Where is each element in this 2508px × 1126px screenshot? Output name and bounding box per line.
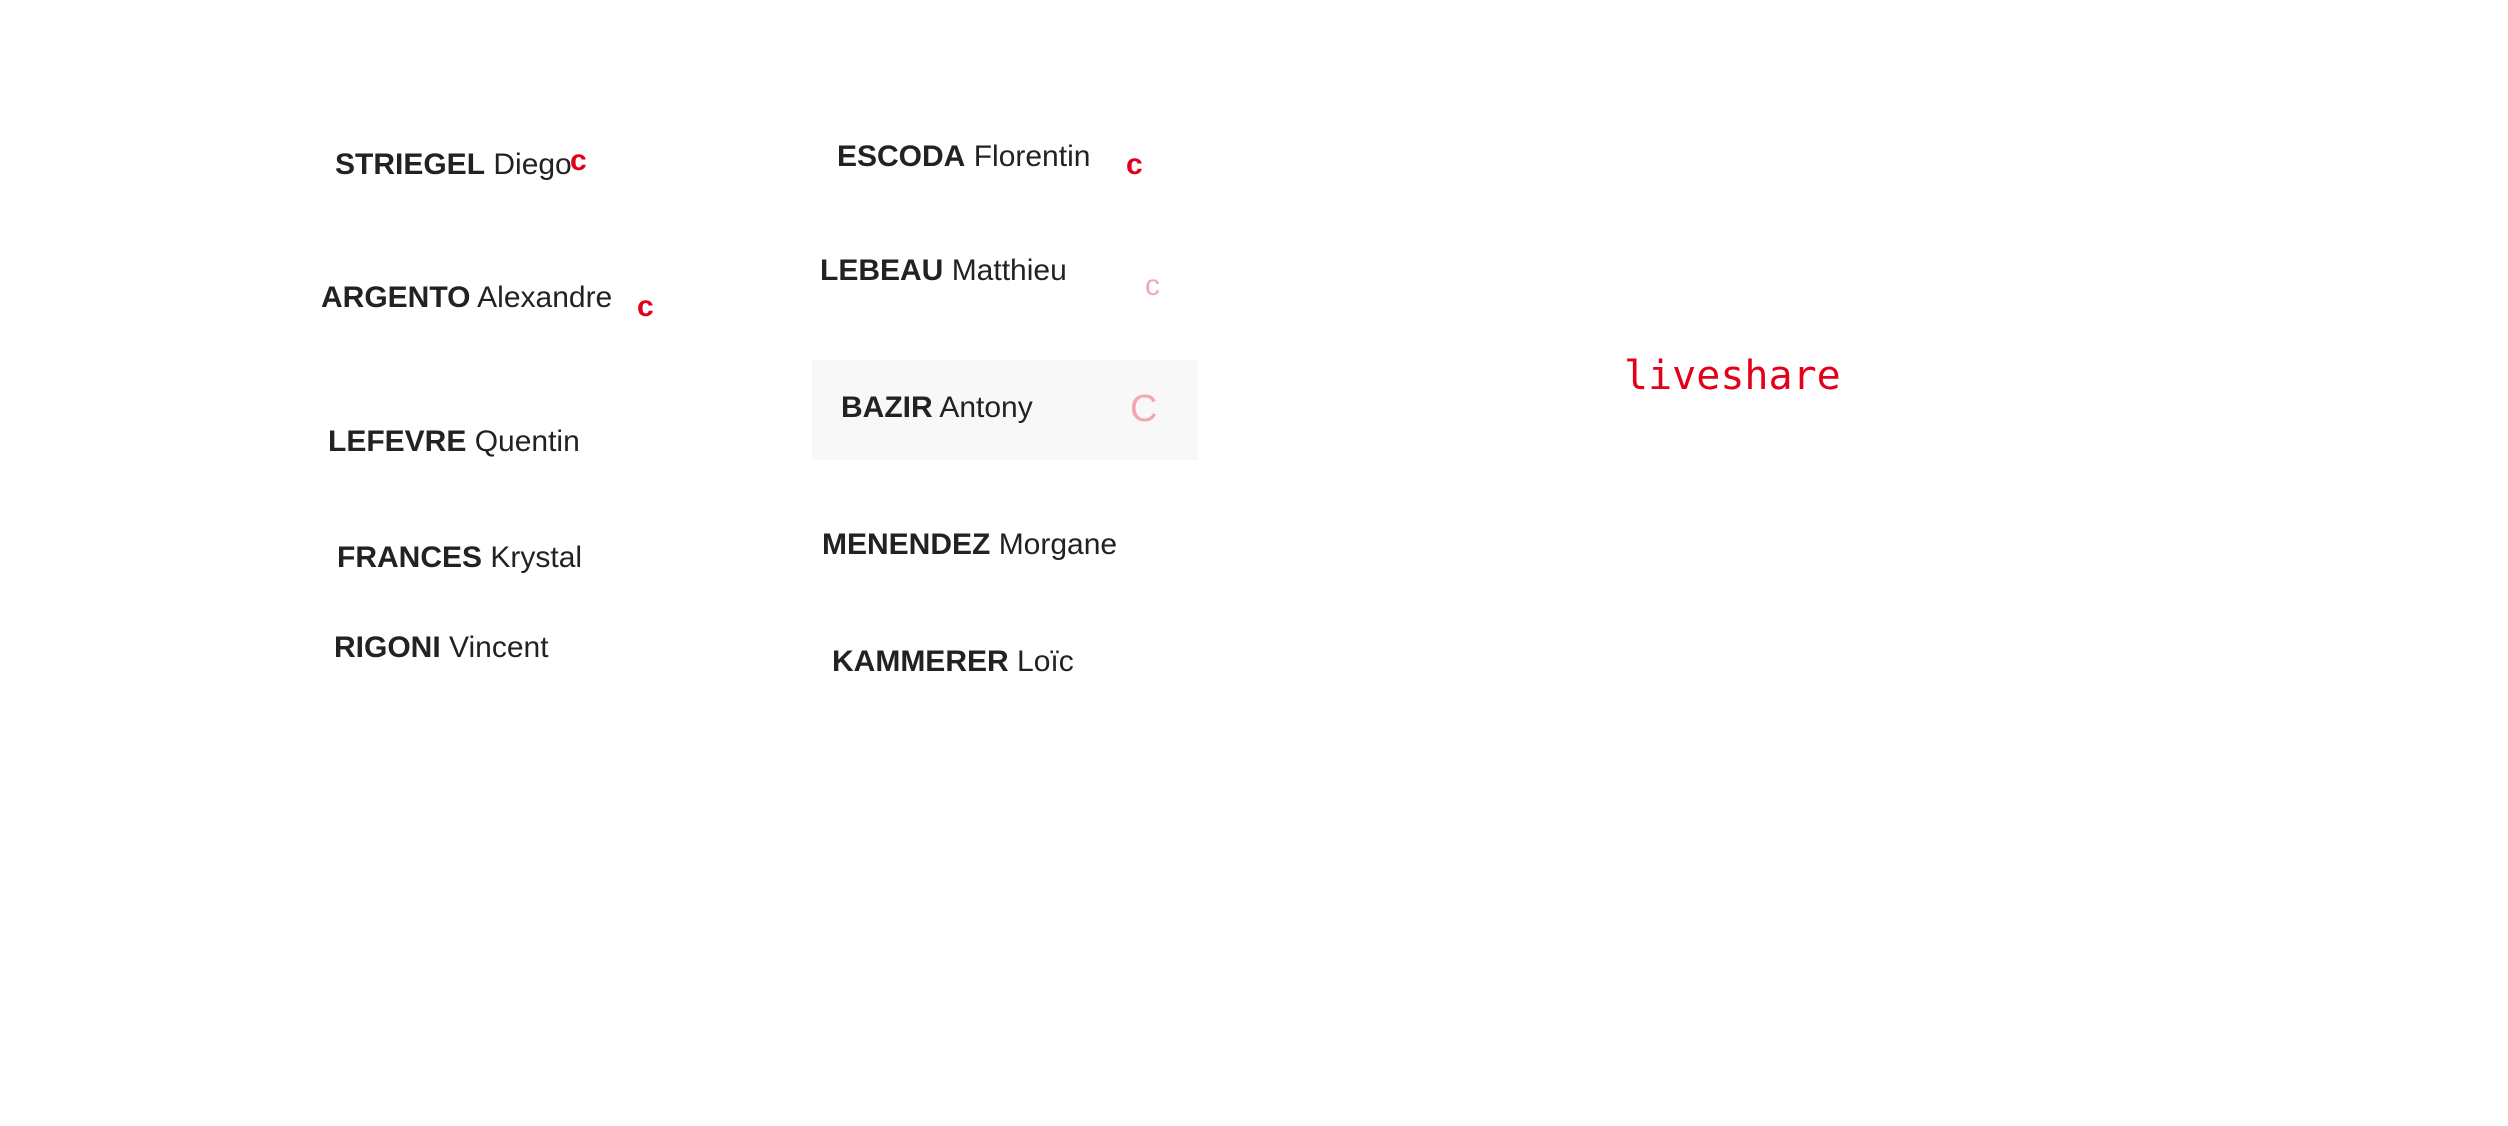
person-first-name: Florentin	[973, 140, 1091, 173]
person-striegel[interactable]: STRIEGEL Diego	[335, 150, 572, 180]
person-escoda[interactable]: ESCODA Florentin	[837, 142, 1090, 172]
person-last-name: ARGENTO	[321, 281, 471, 314]
person-last-name: RIGONI	[334, 631, 441, 664]
person-last-name: KAMMERER	[832, 645, 1009, 678]
person-argento[interactable]: ARGENTO Alexandre	[321, 283, 612, 313]
person-first-name: Matthieu	[951, 254, 1067, 287]
person-last-name: BAZIR	[841, 391, 933, 424]
person-last-name: LEBEAU	[820, 254, 944, 287]
person-first-name: Antony	[939, 391, 1033, 424]
stage: STRIEGEL Diego c ARGENTO Alexandre c LEF…	[0, 0, 2508, 1126]
person-first-name: Alexandre	[477, 281, 613, 314]
person-menendez[interactable]: MENENDEZ Morgane	[822, 530, 1117, 560]
person-rigoni[interactable]: RIGONI Vincent	[334, 633, 549, 663]
person-last-name: MENENDEZ	[822, 528, 991, 561]
person-first-name: Morgane	[998, 528, 1118, 561]
person-first-name: Vincent	[449, 631, 549, 664]
person-first-name: Quentin	[474, 425, 580, 458]
person-last-name: ESCODA	[837, 140, 966, 173]
person-last-name: FRANCES	[337, 541, 483, 574]
person-lebeau[interactable]: LEBEAU Matthieu	[820, 256, 1067, 286]
person-first-name: Loïc	[1017, 645, 1074, 678]
c-marker[interactable]: c	[1145, 271, 1160, 301]
c-marker[interactable]: C	[1130, 390, 1157, 428]
person-last-name: STRIEGEL	[335, 148, 486, 181]
person-frances[interactable]: FRANCES Krystal	[337, 543, 582, 573]
c-marker[interactable]: c	[637, 292, 654, 322]
c-marker[interactable]: c	[570, 146, 587, 176]
person-first-name: Diego	[493, 148, 572, 181]
person-kammerer[interactable]: KAMMERER Loïc	[832, 647, 1074, 677]
person-last-name: LEFEVRE	[328, 425, 467, 458]
person-bazir[interactable]: BAZIR Antony	[841, 393, 1033, 423]
person-first-name: Krystal	[490, 541, 583, 574]
liveshare-label: liveshare	[1624, 353, 1841, 399]
person-lefevre[interactable]: LEFEVRE Quentin	[328, 427, 580, 457]
c-marker[interactable]: c	[1126, 150, 1143, 180]
